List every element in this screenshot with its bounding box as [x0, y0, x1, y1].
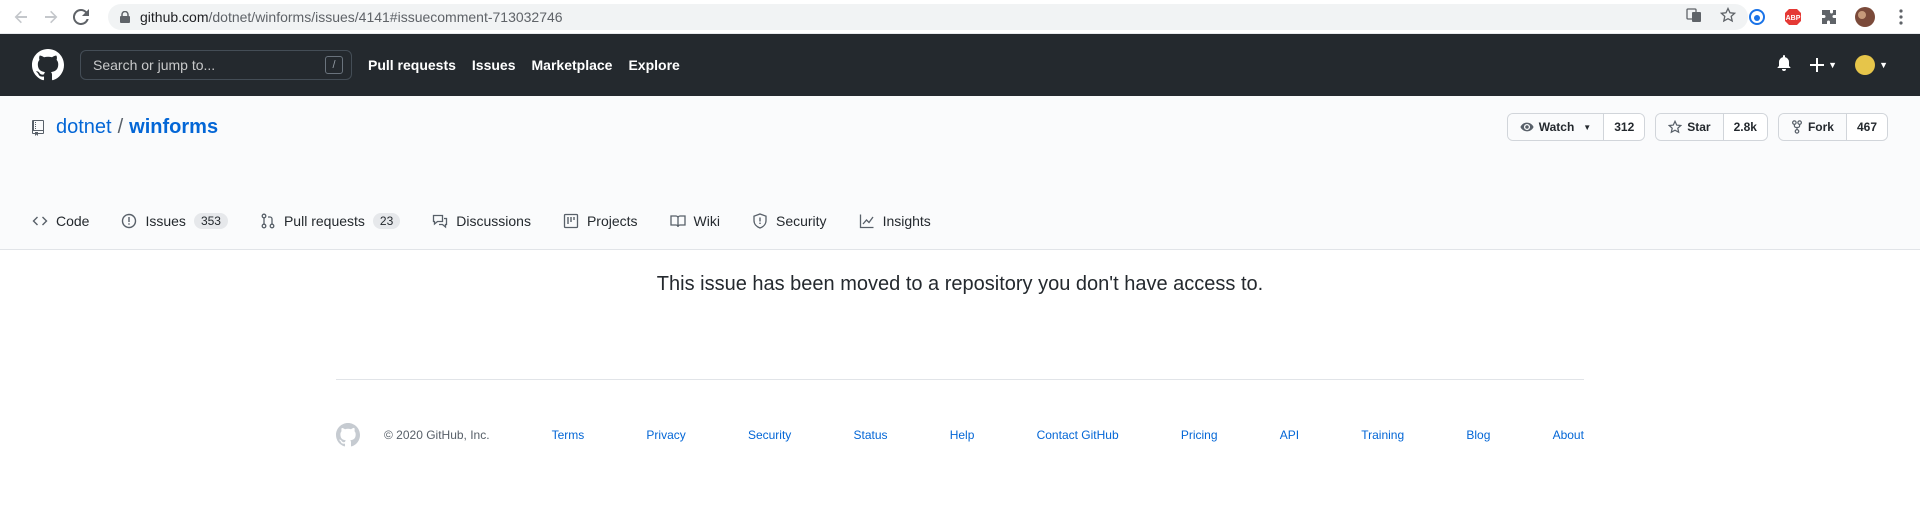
bell-icon[interactable]: [1776, 54, 1792, 76]
chevron-down-icon: ▼: [1828, 60, 1838, 70]
tab-label: Wiki: [693, 213, 720, 229]
graph-icon: [859, 213, 875, 229]
footer-link-status[interactable]: Status: [854, 428, 888, 442]
footer-link-training[interactable]: Training: [1361, 428, 1404, 442]
github-logo-icon[interactable]: [32, 49, 64, 81]
star-button-group: Star 2.8k: [1655, 113, 1768, 141]
profile-avatar-icon[interactable]: [1854, 6, 1876, 28]
fork-button[interactable]: Fork: [1778, 114, 1846, 140]
repo-tabs: Code Issues 353 Pull requests 23 Discuss…: [32, 193, 963, 249]
fork-count[interactable]: 467: [1845, 114, 1887, 140]
tab-label: Discussions: [456, 213, 531, 229]
repo-title: dotnet / winforms: [32, 116, 218, 139]
watch-button[interactable]: Watch ▼: [1507, 114, 1604, 140]
reload-icon[interactable]: [68, 4, 94, 30]
extension-bitwarden-icon[interactable]: [1746, 6, 1768, 28]
tab-label: Insights: [882, 213, 931, 229]
nav-issues[interactable]: Issues: [472, 57, 516, 73]
footer-link-terms[interactable]: Terms: [552, 428, 585, 442]
tab-code[interactable]: Code: [32, 213, 89, 229]
watch-button-group: Watch ▼ 312: [1506, 113, 1646, 141]
search-shortcut-key: /: [325, 56, 343, 74]
create-new-button[interactable]: ▼: [1810, 58, 1837, 72]
translate-icon[interactable]: [1686, 7, 1702, 28]
repo-name-link[interactable]: winforms: [129, 116, 218, 139]
shield-icon: [752, 213, 768, 229]
tab-pull-requests[interactable]: Pull requests 23: [260, 213, 401, 229]
tab-projects[interactable]: Projects: [563, 213, 638, 229]
chevron-down-icon: ▼: [1879, 60, 1888, 70]
back-icon[interactable]: [8, 4, 34, 30]
footer-link-api[interactable]: API: [1280, 428, 1299, 442]
url-text: github.com/dotnet/winforms/issues/4141#i…: [140, 9, 563, 25]
nav-pull-requests[interactable]: Pull requests: [368, 57, 456, 73]
footer-divider: [336, 379, 1584, 380]
tab-issues[interactable]: Issues 353: [121, 213, 228, 229]
footer-links: Terms Privacy Security Status Help Conta…: [552, 428, 1584, 442]
plus-icon: [1810, 58, 1825, 72]
svg-text:ABP: ABP: [1786, 15, 1801, 22]
tab-label: Code: [56, 213, 90, 229]
tab-discussions[interactable]: Discussions: [432, 213, 531, 229]
footer-link-help[interactable]: Help: [950, 428, 975, 442]
search-placeholder: Search or jump to...: [93, 57, 216, 73]
lock-icon: [120, 11, 130, 23]
address-bar[interactable]: github.com/dotnet/winforms/issues/4141#i…: [108, 4, 1748, 30]
chevron-down-icon: ▼: [1583, 122, 1592, 132]
repo-separator: /: [117, 116, 124, 138]
footer-link-contact[interactable]: Contact GitHub: [1037, 428, 1119, 442]
watch-count[interactable]: 312: [1603, 114, 1645, 140]
browser-toolbar: github.com/dotnet/winforms/issues/4141#i…: [0, 0, 1920, 34]
repo-icon: [32, 119, 46, 136]
user-menu-button[interactable]: ▼: [1855, 55, 1888, 75]
tab-label: Issues: [145, 213, 186, 229]
discussion-icon: [432, 213, 448, 229]
code-icon: [32, 213, 48, 229]
eye-icon: [1520, 122, 1534, 132]
footer-link-security[interactable]: Security: [748, 428, 791, 442]
star-icon: [1668, 120, 1683, 134]
fork-button-group: Fork 467: [1777, 113, 1888, 141]
project-icon: [563, 213, 579, 229]
book-icon: [669, 213, 686, 229]
fork-label: Fork: [1807, 120, 1834, 134]
repo-header: dotnet / winforms Watch ▼ 312 Star 2.8k …: [0, 96, 1920, 250]
star-button[interactable]: Star: [1656, 114, 1723, 140]
star-count[interactable]: 2.8k: [1722, 114, 1767, 140]
chrome-menu-icon[interactable]: [1890, 6, 1912, 28]
repo-owner-link[interactable]: dotnet: [56, 116, 112, 139]
tab-label: Pull requests: [283, 213, 365, 229]
footer-link-blog[interactable]: Blog: [1466, 428, 1490, 442]
fork-icon: [1791, 120, 1802, 134]
footer-link-privacy[interactable]: Privacy: [646, 428, 685, 442]
copyright: © 2020 GitHub, Inc.: [384, 428, 490, 442]
forward-icon[interactable]: [38, 4, 64, 30]
site-footer: © 2020 GitHub, Inc. Terms Privacy Securi…: [336, 420, 1584, 450]
footer-link-about[interactable]: About: [1553, 428, 1584, 442]
avatar: [1855, 55, 1876, 75]
moved-issue-message: This issue has been moved to a repositor…: [656, 273, 1264, 295]
tab-label: Security: [775, 213, 827, 229]
tab-wiki[interactable]: Wiki: [669, 213, 720, 229]
github-mark-icon[interactable]: [336, 423, 360, 447]
tab-insights[interactable]: Insights: [859, 213, 931, 229]
pull-requests-counter: 23: [372, 213, 401, 229]
pull-request-icon: [260, 213, 276, 229]
watch-label: Watch: [1538, 120, 1575, 134]
star-label: Star: [1687, 120, 1711, 134]
issues-counter: 353: [193, 213, 228, 229]
extensions-puzzle-icon[interactable]: [1818, 6, 1840, 28]
tab-label: Projects: [586, 213, 638, 229]
tab-security[interactable]: Security: [752, 213, 827, 229]
footer-link-pricing[interactable]: Pricing: [1181, 428, 1218, 442]
nav-explore[interactable]: Explore: [628, 57, 679, 73]
github-header: Search or jump to... / Pull requests Iss…: [0, 34, 1920, 96]
nav-marketplace[interactable]: Marketplace: [532, 57, 613, 73]
adblock-icon[interactable]: ABP: [1782, 6, 1804, 28]
star-bookmark-icon[interactable]: [1719, 6, 1737, 28]
header-nav: Pull requests Issues Marketplace Explore: [368, 57, 696, 73]
search-input[interactable]: Search or jump to... /: [80, 50, 352, 80]
issue-icon: [121, 213, 137, 229]
